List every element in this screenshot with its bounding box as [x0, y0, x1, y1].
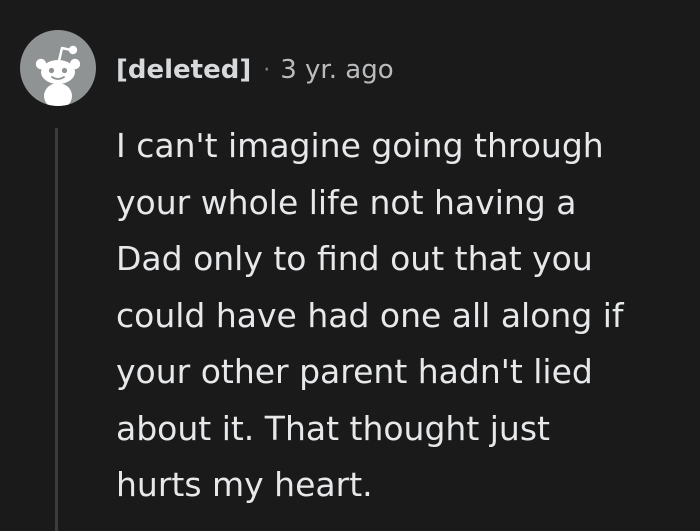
comment-body: I can't imagine going through your whole…	[116, 118, 686, 514]
comment-body-line: your whole life not having a	[116, 182, 577, 222]
comment-body-line: could have had one all along if	[116, 295, 624, 335]
meta-separator: ·	[263, 57, 271, 83]
comment: [deleted] · 3 yr. ago I can't imagine go…	[0, 0, 700, 531]
comment-author[interactable]: [deleted]	[116, 55, 251, 85]
thread-collapse-line[interactable]	[55, 128, 58, 531]
comment-body-line: I can't imagine going through	[116, 126, 604, 165]
comment-timestamp[interactable]: 3 yr. ago	[280, 55, 393, 85]
avatar[interactable]	[20, 30, 96, 106]
reddit-snoo-icon	[35, 45, 81, 106]
comment-body-line: your other parent hadn't lied	[116, 352, 593, 391]
comment-body-line: about it. That thought just	[116, 408, 550, 448]
comment-meta: [deleted] · 3 yr. ago	[116, 52, 394, 88]
comment-body-line: hurts my heart.	[116, 465, 373, 504]
comment-body-line: Dad only to find out that you	[116, 239, 593, 278]
